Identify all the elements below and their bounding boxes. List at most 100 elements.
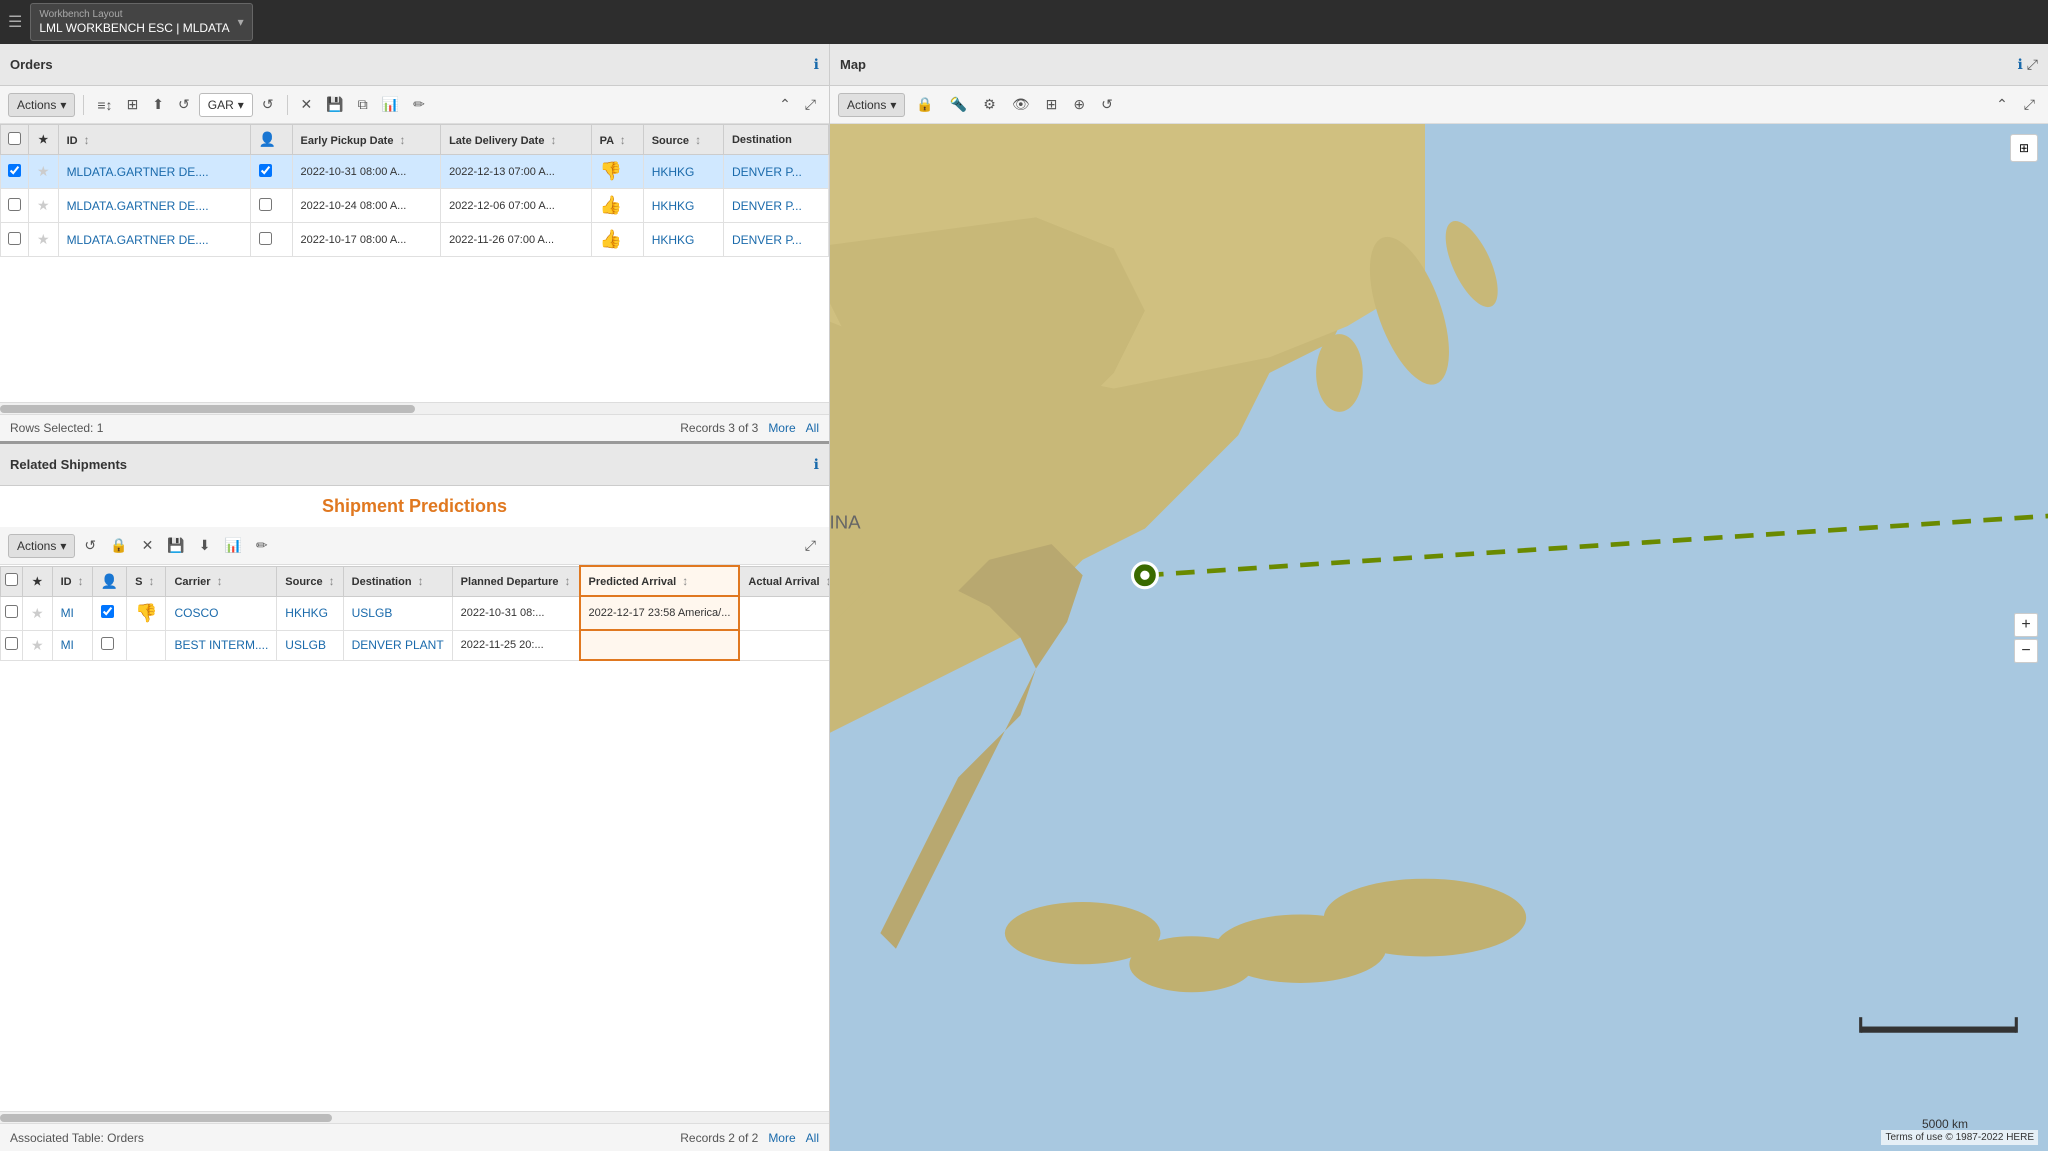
orders-row-star-icon[interactable]: ★: [37, 197, 50, 213]
shipments-row-id[interactable]: MI: [52, 630, 92, 660]
shipments-all-link[interactable]: All: [806, 1131, 819, 1145]
shipments-col-person[interactable]: 👤: [92, 566, 126, 596]
shipments-row-checkbox[interactable]: [5, 637, 18, 650]
map-grid-icon[interactable]: ⊞: [1041, 93, 1063, 116]
map-zoom-in-btn[interactable]: +: [2014, 613, 2038, 637]
orders-row-pa-checkbox[interactable]: [259, 164, 272, 177]
orders-group-icon[interactable]: ⊞: [122, 93, 144, 116]
shipments-col-id[interactable]: ID ↕: [52, 566, 92, 596]
shipments-row-star-icon[interactable]: ★: [31, 605, 44, 621]
orders-reload-icon[interactable]: ↺: [257, 93, 279, 116]
shipments-row-checkbox[interactable]: [5, 605, 18, 618]
shipments-row-checkbox-cell[interactable]: [1, 630, 23, 660]
orders-col-pa[interactable]: PA ↕: [591, 125, 643, 155]
orders-row-id[interactable]: MLDATA.GARTNER DE....: [58, 189, 250, 223]
shipments-chart-icon[interactable]: 📊: [219, 534, 246, 557]
orders-clear-icon[interactable]: ✕: [296, 93, 318, 116]
orders-col-destination[interactable]: Destination: [723, 125, 828, 155]
orders-row-pa-checkbox-cell[interactable]: [250, 189, 292, 223]
orders-row-destination-link[interactable]: DENVER P...: [732, 165, 802, 179]
orders-col-early-pickup[interactable]: Early Pickup Date ↕: [292, 125, 441, 155]
map-lock-icon[interactable]: 🔒: [911, 93, 938, 116]
orders-save-icon[interactable]: 💾: [321, 93, 348, 116]
related-info-icon[interactable]: ℹ: [814, 456, 819, 473]
shipments-select-all-checkbox[interactable]: [5, 573, 18, 586]
shipments-row-carrier-link[interactable]: BEST INTERM....: [174, 638, 268, 652]
shipments-col-planned-departure[interactable]: Planned Departure ↕: [452, 566, 579, 596]
shipments-download-icon[interactable]: ⬇: [194, 534, 216, 557]
orders-row-checkbox-cell[interactable]: [1, 189, 29, 223]
orders-col-id[interactable]: ID ↕: [58, 125, 250, 155]
shipments-row-pa-checkbox[interactable]: [101, 605, 114, 618]
shipments-col-destination[interactable]: Destination ↕: [343, 566, 452, 596]
shipments-row-destination-link[interactable]: USLGB: [352, 606, 393, 620]
shipments-row-pa-checkbox-cell[interactable]: [92, 596, 126, 630]
orders-refresh-icon[interactable]: ↺: [173, 93, 195, 116]
orders-row-destination[interactable]: DENVER P...: [723, 189, 828, 223]
orders-gar-dropdown[interactable]: GAR ▾: [199, 93, 253, 117]
orders-col-person[interactable]: 👤: [250, 125, 292, 155]
orders-row-star-icon[interactable]: ★: [37, 163, 50, 179]
shipments-row-star-icon[interactable]: ★: [31, 637, 44, 653]
shipments-row-carrier[interactable]: COSCO: [166, 596, 277, 630]
shipments-row-source-link[interactable]: HKHKG: [285, 606, 328, 620]
map-settings-icon[interactable]: ⚙: [978, 93, 1001, 116]
orders-row-id-link[interactable]: MLDATA.GARTNER DE....: [67, 165, 209, 179]
orders-row-pa-checkbox[interactable]: [259, 232, 272, 245]
orders-table-container[interactable]: ★ ID ↕ 👤 Early Pickup Date ↕ Late Delive…: [0, 124, 829, 402]
shipments-col-carrier[interactable]: Carrier ↕: [166, 566, 277, 596]
orders-row-source-link[interactable]: HKHKG: [652, 165, 695, 179]
shipments-row-source[interactable]: USLGB: [277, 630, 343, 660]
orders-row-source[interactable]: HKHKG: [643, 189, 723, 223]
shipments-col-star[interactable]: ★: [23, 566, 53, 596]
orders-table-row[interactable]: ★ MLDATA.GARTNER DE.... 2022-10-17 08:00…: [1, 223, 829, 257]
map-info-icon[interactable]: ℹ: [2017, 56, 2022, 73]
orders-row-star-cell[interactable]: ★: [29, 155, 59, 189]
orders-row-source[interactable]: HKHKG: [643, 223, 723, 257]
orders-row-id-link[interactable]: MLDATA.GARTNER DE....: [67, 233, 209, 247]
orders-row-source-link[interactable]: HKHKG: [652, 233, 695, 247]
orders-sort-icon[interactable]: ≡↕: [92, 94, 117, 116]
shipments-col-source[interactable]: Source ↕: [277, 566, 343, 596]
shipments-row-star-cell[interactable]: ★: [23, 596, 53, 630]
shipments-row-id-link[interactable]: MI: [61, 606, 74, 620]
shipments-refresh-icon[interactable]: ↺: [79, 534, 101, 557]
orders-row-star-cell[interactable]: ★: [29, 223, 59, 257]
orders-row-source-link[interactable]: HKHKG: [652, 199, 695, 213]
orders-select-all-checkbox[interactable]: [8, 132, 21, 145]
map-refresh-icon[interactable]: ↺: [1096, 93, 1118, 116]
shipments-scrollbar[interactable]: [0, 1111, 829, 1123]
orders-more-link[interactable]: More: [768, 421, 795, 435]
shipments-table-container[interactable]: ★ ID ↕ 👤 S ↕ Carrier ↕ Source ↕ Destinat…: [0, 565, 829, 1111]
map-container[interactable]: NORTH AMERICA ASIA CHINA here: [830, 124, 2048, 1151]
orders-row-id[interactable]: MLDATA.GARTNER DE....: [58, 155, 250, 189]
orders-expand-btn[interactable]: ⤢: [800, 93, 821, 116]
orders-row-star-cell[interactable]: ★: [29, 189, 59, 223]
shipments-row-destination-link[interactable]: DENVER PLANT: [352, 638, 444, 652]
map-actions-button[interactable]: Actions ▾: [838, 93, 905, 117]
shipments-col-actual-arrival[interactable]: Actual Arrival ↕: [739, 566, 829, 596]
orders-row-source[interactable]: HKHKG: [643, 155, 723, 189]
orders-row-checkbox-cell[interactable]: [1, 155, 29, 189]
shipments-row-id-link[interactable]: MI: [61, 638, 74, 652]
shipments-expand-btn[interactable]: ⤢: [800, 534, 821, 557]
shipments-col-s[interactable]: S ↕: [127, 566, 166, 596]
shipments-row-star-cell[interactable]: ★: [23, 630, 53, 660]
shipments-row-carrier[interactable]: BEST INTERM....: [166, 630, 277, 660]
orders-col-source[interactable]: Source ↕: [643, 125, 723, 155]
orders-table-row[interactable]: ★ MLDATA.GARTNER DE.... 2022-10-31 08:00…: [1, 155, 829, 189]
orders-table-row[interactable]: ★ MLDATA.GARTNER DE.... 2022-10-24 08:00…: [1, 189, 829, 223]
orders-row-destination-link[interactable]: DENVER P...: [732, 233, 802, 247]
orders-row-destination-link[interactable]: DENVER P...: [732, 199, 802, 213]
shipments-row-destination[interactable]: DENVER PLANT: [343, 630, 452, 660]
orders-actions-button[interactable]: Actions ▾: [8, 93, 75, 117]
shipments-row-pa-checkbox[interactable]: [101, 637, 114, 650]
shipments-edit-icon[interactable]: ✏: [251, 534, 273, 557]
shipments-row-checkbox-cell[interactable]: [1, 596, 23, 630]
orders-row-pa-checkbox[interactable]: [259, 198, 272, 211]
orders-info-icon[interactable]: ℹ: [814, 56, 819, 73]
shipments-row-source[interactable]: HKHKG: [277, 596, 343, 630]
orders-row-checkbox-cell[interactable]: [1, 223, 29, 257]
orders-collapse-btn[interactable]: ⌃: [774, 93, 796, 116]
shipments-table-row[interactable]: ★ MI 👎 COSCO HKHKG USLGB 2022-10-31 08:.…: [1, 596, 830, 630]
